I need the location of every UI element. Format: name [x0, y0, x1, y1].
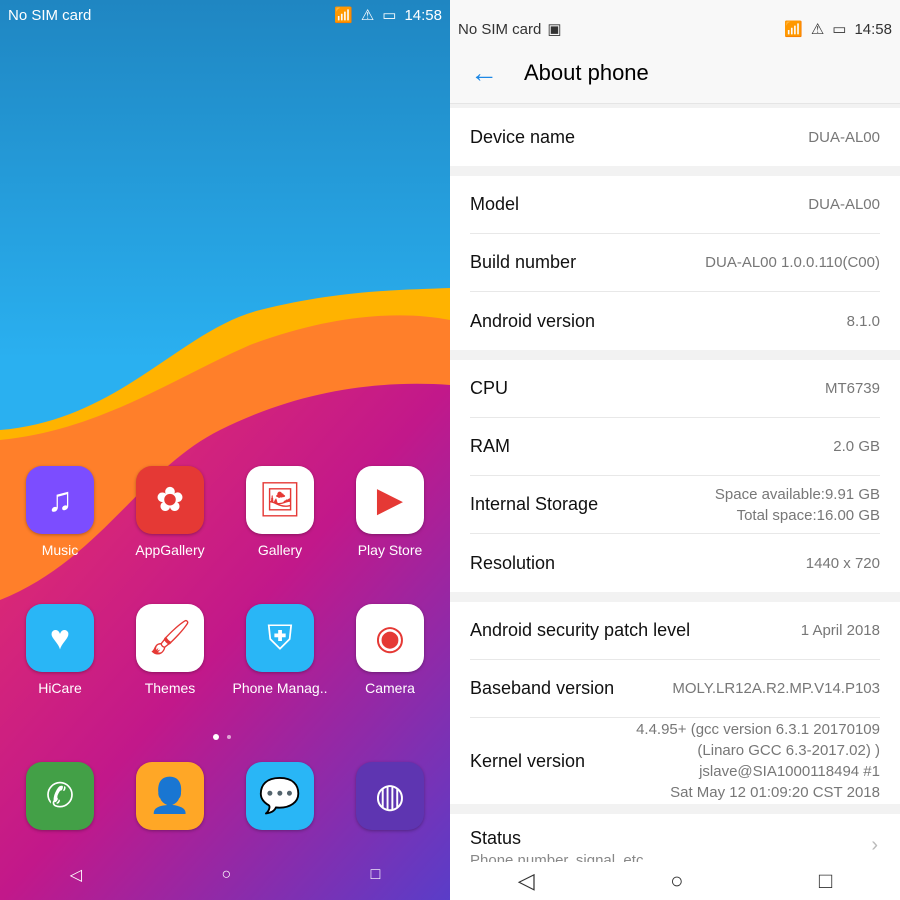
- image-icon: ▣: [547, 21, 562, 38]
- info-label: CPU: [470, 378, 509, 398]
- paintbrush-icon: 🖌: [136, 604, 204, 672]
- contacts-icon: 👤: [136, 762, 204, 830]
- about-phone-screen: No SIM card ▣ 📶 ⚠ ▭ 14:58 ← About phone Device…: [450, 0, 900, 900]
- app-heart-hand[interactable]: ♥ HiCare: [10, 604, 110, 696]
- info-row[interactable]: Android security patch level 1 April 2018: [470, 602, 880, 660]
- app-label: Music: [41, 542, 79, 558]
- carrier-label: No SIM card: [8, 6, 92, 24]
- home-nav-icon[interactable]: ○: [670, 868, 683, 894]
- wifi-icon: 📶: [334, 7, 353, 24]
- info-value: MOLY.LR12A.R2.MP.V14.P103: [672, 680, 880, 697]
- dock-browser[interactable]: ◍: [340, 762, 440, 838]
- status-label: Status: [470, 828, 522, 848]
- clock: 14:58: [854, 20, 892, 38]
- app-label: HiCare: [38, 680, 82, 696]
- app-label: Gallery: [257, 542, 303, 558]
- app-label: Camera: [365, 680, 415, 696]
- browser-icon: ◍: [356, 762, 424, 830]
- info-value: 4.4.95+ (gcc version 6.3.1 20170109 (Lina…: [636, 721, 880, 801]
- app-label: AppGallery: [135, 542, 205, 558]
- home-nav-icon[interactable]: ○: [221, 866, 231, 884]
- info-row[interactable]: Internal Storage Space available:9.91 GB T…: [470, 476, 880, 534]
- app-camera-lens[interactable]: ◉ Camera: [340, 604, 440, 696]
- home-screen: No SIM card 📶 ⚠ ▭ 14:58 ♫ Music ✿ AppGallery 🖼 Ga…: [0, 0, 450, 900]
- settings-group: Model DUA-AL00 Build number DUA-AL00 1.0.0.…: [450, 176, 900, 350]
- info-row[interactable]: Android version 8.1.0: [470, 292, 880, 350]
- camera-lens-icon: ◉: [356, 604, 424, 672]
- info-row[interactable]: Build number DUA-AL00 1.0.0.110(C00): [470, 234, 880, 292]
- info-row[interactable]: Resolution 1440 x 720: [470, 534, 880, 592]
- app-bar: ← About phone: [450, 42, 900, 104]
- battery-icon: ▭: [832, 21, 847, 38]
- app-label: Play Store: [357, 542, 423, 558]
- info-label: Build number: [470, 252, 577, 272]
- info-value: DUA-AL00 1.0.0.110(C00): [705, 254, 880, 271]
- app-photo[interactable]: 🖼 Gallery: [230, 466, 330, 558]
- info-row[interactable]: Kernel version 4.4.95+ (gcc version 6.3.1…: [470, 718, 880, 804]
- recents-nav-icon[interactable]: □: [819, 868, 832, 894]
- dock-contacts[interactable]: 👤: [120, 762, 220, 838]
- nav-bar: ◁ ○ □: [450, 862, 900, 900]
- info-label: Baseband version: [470, 678, 615, 698]
- status-bar: No SIM card 📶 ⚠ ▭ 14:58: [0, 0, 450, 30]
- info-value: Space available:9.91 GB Total space:16.00…: [714, 485, 880, 524]
- info-label: Kernel version: [470, 750, 586, 771]
- info-row[interactable]: Model DUA-AL00: [470, 176, 880, 234]
- info-value: 1 April 2018: [800, 622, 880, 639]
- app-huawei-logo[interactable]: ✿ AppGallery: [120, 466, 220, 558]
- settings-group: Device name DUA-AL00: [450, 108, 900, 166]
- nav-bar: ◁ ○ □: [0, 850, 450, 900]
- phone-icon: ✆: [26, 762, 94, 830]
- page-indicator[interactable]: [213, 734, 231, 740]
- wifi-icon: 📶: [784, 21, 803, 38]
- clock: 14:58: [404, 6, 442, 24]
- dock-message[interactable]: 💬: [230, 762, 330, 838]
- back-nav-icon[interactable]: ◁: [518, 868, 535, 894]
- info-row[interactable]: RAM 2.0 GB: [470, 418, 880, 476]
- app-label: Phone Manag..: [232, 680, 328, 696]
- info-label: Android version: [470, 310, 596, 331]
- app-music-note[interactable]: ♫ Music: [10, 466, 110, 558]
- heart-hand-icon: ♥: [26, 604, 94, 672]
- message-icon: 💬: [246, 762, 314, 830]
- info-value: DUA-AL00: [808, 196, 880, 213]
- back-nav-icon[interactable]: ◁: [70, 865, 82, 885]
- chevron-right-icon: ›: [871, 834, 878, 856]
- app-paintbrush[interactable]: 🖌 Themes: [120, 604, 220, 696]
- page-title: About phone: [524, 59, 649, 85]
- settings-group: Android security patch level 1 April 2018…: [450, 602, 900, 804]
- play-triangle-icon: ▶: [356, 466, 424, 534]
- info-value: DUA-AL00: [808, 128, 880, 146]
- info-value: MT6739: [824, 380, 880, 397]
- info-label: RAM: [470, 436, 510, 456]
- photo-icon: 🖼: [246, 466, 314, 534]
- info-row[interactable]: Baseband version MOLY.LR12A.R2.MP.V14.P10…: [470, 660, 880, 718]
- music-note-icon: ♫: [26, 466, 94, 534]
- info-row[interactable]: Device name DUA-AL00: [470, 108, 880, 166]
- info-label: Device name: [470, 126, 576, 147]
- recents-nav-icon[interactable]: □: [371, 866, 381, 884]
- sim-alert-icon: ⚠: [810, 21, 825, 38]
- info-value: 1440 x 720: [805, 554, 880, 572]
- info-label: Model: [470, 194, 520, 214]
- battery-icon: ▭: [382, 7, 397, 24]
- app-label: Themes: [144, 680, 196, 696]
- shield-icon: ⛨: [246, 604, 314, 672]
- app-shield[interactable]: ⛨ Phone Manag..: [230, 604, 330, 696]
- huawei-logo-icon: ✿: [136, 466, 204, 534]
- info-label: Internal Storage: [470, 494, 599, 514]
- info-row[interactable]: CPU MT6739: [470, 360, 880, 418]
- app-play-triangle[interactable]: ▶ Play Store: [340, 466, 440, 558]
- back-arrow-icon[interactable]: ←: [470, 57, 498, 89]
- dock-phone[interactable]: ✆: [10, 762, 110, 838]
- info-label: Resolution: [470, 552, 556, 573]
- info-value: 8.1.0: [846, 312, 880, 330]
- info-label: Android security patch level: [470, 620, 691, 640]
- info-value: 2.0 GB: [833, 438, 880, 455]
- sim-alert-icon: ⚠: [360, 7, 375, 24]
- settings-group: CPU MT6739 RAM 2.0 GB Internal Storage Space …: [450, 360, 900, 592]
- carrier-label: No SIM card: [458, 20, 542, 38]
